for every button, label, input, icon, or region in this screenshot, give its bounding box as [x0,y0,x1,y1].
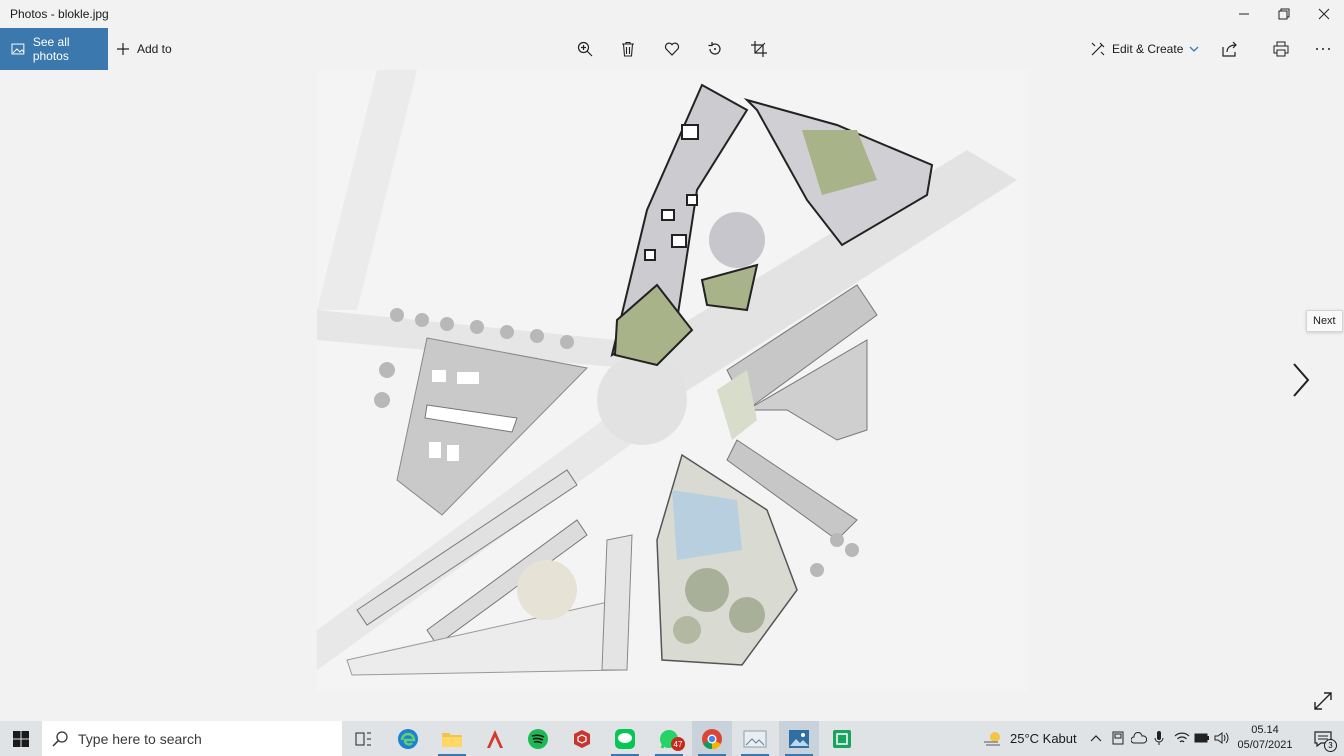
toolbar: See all photos Add to Edit & Create [0,28,1344,70]
favorite-button[interactable] [657,28,687,70]
start-button[interactable] [0,721,42,756]
chrome-icon [702,728,722,749]
minimize-icon [1239,13,1249,15]
plus-icon [117,43,129,55]
taskbar-search-input[interactable]: Type here to search [42,721,342,756]
notification-center-button[interactable]: 3 [1302,721,1344,756]
search-placeholder: Type here to search [78,730,202,747]
acrobat-app[interactable] [475,721,515,756]
acrobat-icon [487,729,503,748]
crop-icon [751,41,767,57]
windows-logo-icon [13,730,29,747]
crop-button[interactable] [744,28,774,70]
chrome-app[interactable] [692,721,732,756]
close-icon [1318,8,1330,20]
see-all-photos-label: See all photos [32,35,70,63]
edit-create-button[interactable]: Edit & Create [1090,28,1199,70]
title-bar: Photos - blokle.jpg [0,0,1344,28]
chevron-up-icon[interactable] [1090,733,1102,743]
battery-icon[interactable] [1194,733,1210,743]
taskbar: Type here to search 47 25°C Kabut 05.14 … [0,721,1344,756]
see-all-photos-button[interactable]: See all photos [0,28,108,70]
more-button[interactable] [1308,28,1338,70]
edit-create-icon [1091,42,1105,56]
image-viewer-icon [743,730,767,747]
delete-icon [622,41,634,57]
wifi-icon[interactable] [1174,731,1190,745]
edge-icon [398,728,418,749]
share-button[interactable] [1215,28,1245,70]
sketchup-icon [574,729,590,748]
photos-icon [789,729,809,748]
task-view-button[interactable] [344,721,384,756]
line-chat-icon [615,728,635,749]
chevron-down-icon [1189,46,1199,52]
add-to-button[interactable]: Add to [116,28,172,70]
edge-app[interactable] [388,721,428,756]
minimize-button[interactable] [1224,0,1264,28]
photos-app[interactable] [779,721,819,756]
folder-icon [442,732,462,747]
weather-text: 25°C Kabut [1010,731,1077,746]
print-button[interactable] [1266,28,1296,70]
meet-now-icon[interactable] [1112,731,1124,745]
close-button[interactable] [1304,0,1344,28]
zoom-in-icon [577,41,593,57]
clock-time: 05.14 [1251,724,1279,736]
rotate-icon [708,42,721,55]
restore-button[interactable] [1264,0,1304,28]
share-icon [1222,41,1237,57]
print-icon [1273,41,1289,57]
delete-button[interactable] [613,28,643,70]
clock-date: 05/07/2021 [1237,739,1293,751]
next-arrow-icon[interactable] [1286,360,1316,400]
photo-viewer: Next [0,70,1344,721]
whatsapp-app[interactable]: 47 [649,721,689,756]
sheets-app[interactable] [822,721,862,756]
onedrive-icon[interactable] [1131,732,1147,744]
window-title: Photos - blokle.jpg [10,7,109,21]
weather-fog-icon [984,731,1000,746]
taskbar-clock[interactable]: 05.14 05/07/2021 [1234,723,1296,753]
site-plan-image [317,70,1028,692]
sketchup-app[interactable] [562,721,602,756]
notification-count: 3 [1324,739,1337,752]
photos-viewer-app[interactable] [735,721,775,756]
spreadsheet-icon [833,729,851,748]
zoom-button[interactable] [570,28,600,70]
add-to-label: Add to [137,42,172,56]
spotify-app[interactable] [518,721,558,756]
line-app[interactable] [605,721,645,756]
heart-icon [664,42,680,56]
weather-widget[interactable]: 25°C Kabut [982,721,1077,756]
microphone-icon[interactable] [1154,730,1164,746]
file-explorer-app[interactable] [432,721,472,756]
fullscreen-icon[interactable] [1312,690,1334,712]
task-view-icon [355,732,371,745]
rotate-button[interactable] [700,28,730,70]
volume-icon[interactable] [1214,731,1230,745]
whatsapp-badge: 47 [671,737,685,751]
edit-create-label: Edit & Create [1112,42,1184,56]
more-icon [1316,48,1330,50]
photos-icon [11,43,25,55]
spotify-icon [528,728,548,749]
next-tooltip: Next [1306,310,1343,332]
restore-icon [1278,8,1290,20]
search-icon [52,730,68,747]
site-plan-drawing [317,70,1028,692]
